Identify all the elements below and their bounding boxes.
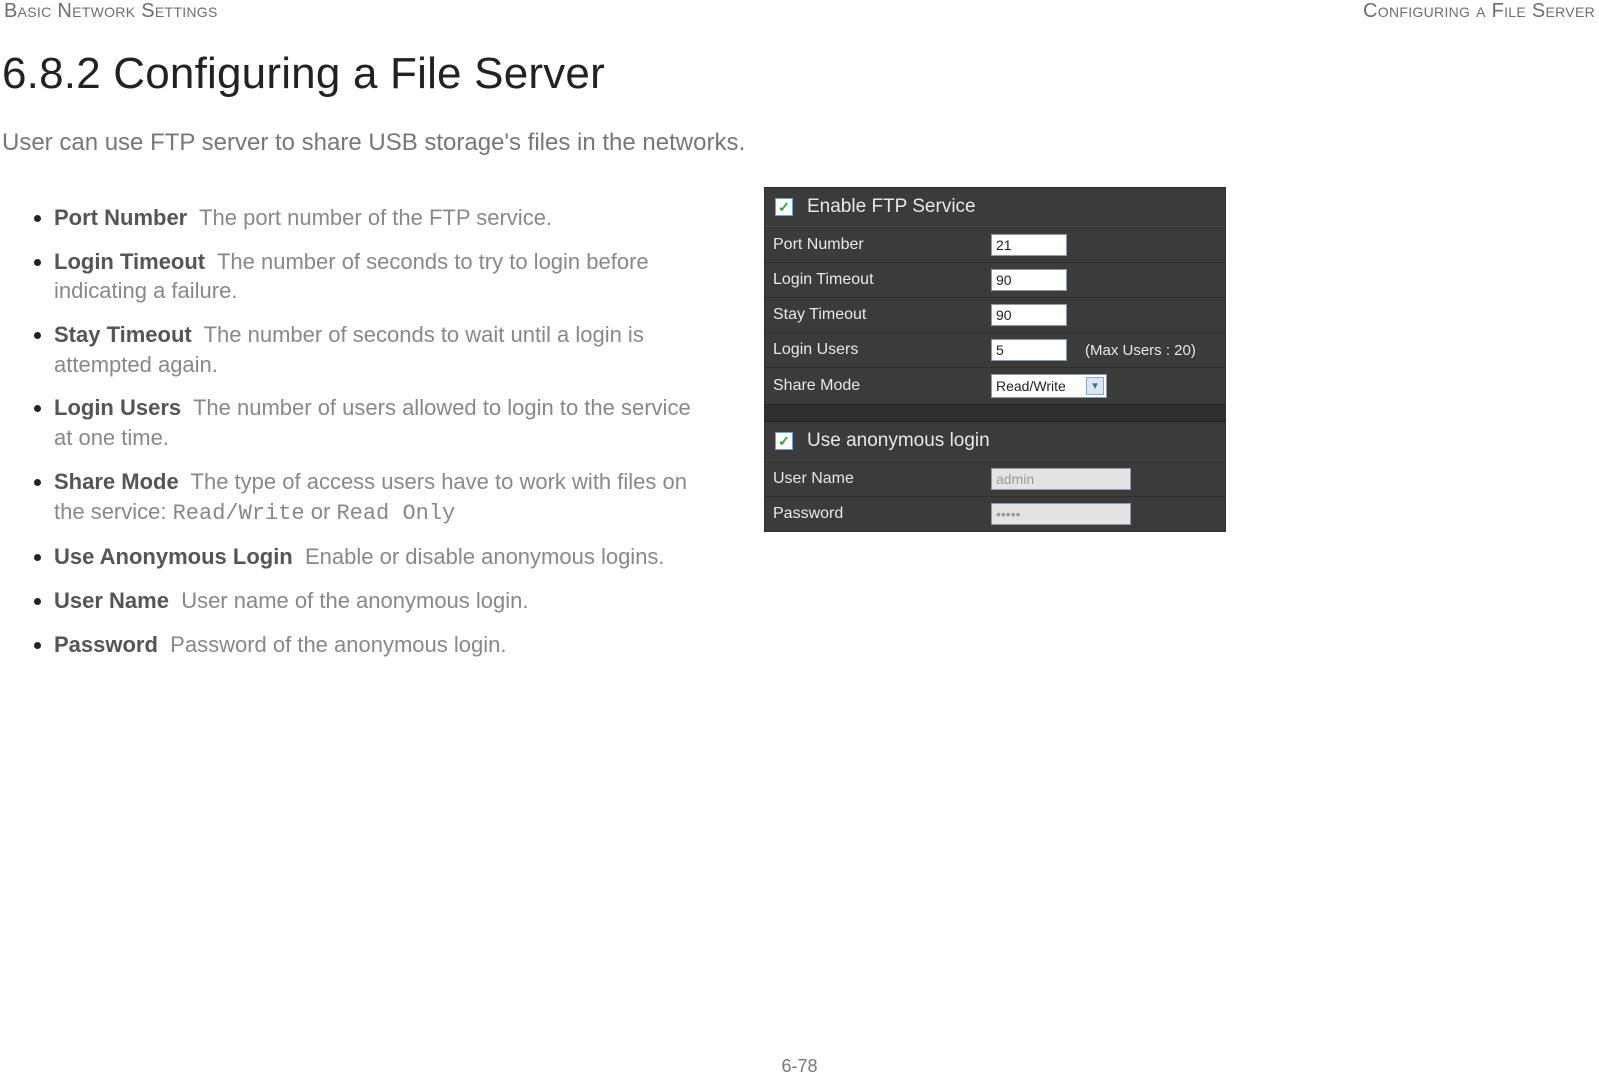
row-login-timeout: Login Timeout 90: [765, 262, 1225, 297]
enable-ftp-label: Enable FTP Service: [807, 196, 976, 218]
term: Share Mode: [54, 469, 179, 494]
label-port-number: Port Number: [773, 236, 983, 254]
row-login-users: Login Users 5 (Max Users : 20): [765, 332, 1225, 367]
list-item: Stay Timeout The number of seconds to wa…: [54, 320, 694, 379]
password-input[interactable]: •••••: [991, 503, 1131, 525]
enable-ftp-section: ✓ Enable FTP Service: [765, 188, 1225, 227]
desc-mid: or: [305, 499, 337, 524]
header-right: Configuring a File Server: [1363, 0, 1595, 23]
content-area: Port Number The port number of the FTP s…: [0, 187, 1599, 673]
list-item: User Name User name of the anonymous log…: [54, 586, 694, 616]
desc: The port number of the FTP service.: [199, 205, 552, 230]
page: Basic Network Settings Configuring a Fil…: [0, 0, 1599, 1091]
term: Login Users: [54, 395, 181, 420]
page-title: 6.8.2 Configuring a File Server: [2, 49, 1599, 99]
term: User Name: [54, 588, 169, 613]
login-timeout-input[interactable]: 90: [991, 269, 1067, 291]
share-mode-select[interactable]: Read/Write ▾: [991, 374, 1107, 398]
label-user-name: User Name: [773, 470, 983, 488]
row-port-number: Port Number 21: [765, 227, 1225, 262]
login-users-input[interactable]: 5: [991, 339, 1067, 361]
desc: Password of the anonymous login.: [170, 632, 506, 657]
label-login-users: Login Users: [773, 341, 983, 359]
label-password: Password: [773, 505, 983, 523]
desc: Enable or disable anonymous logins.: [305, 544, 665, 569]
term: Login Timeout: [54, 249, 205, 274]
anonymous-login-section: ✓ Use anonymous login: [765, 422, 1225, 461]
definition-list: Port Number The port number of the FTP s…: [14, 197, 694, 673]
share-mode-value: Read/Write: [996, 378, 1066, 394]
row-share-mode: Share Mode Read/Write ▾: [765, 367, 1225, 404]
running-header: Basic Network Settings Configuring a Fil…: [0, 0, 1599, 23]
enable-ftp-checkbox[interactable]: ✓: [775, 198, 793, 216]
panel-divider: [765, 404, 1225, 422]
row-password: Password •••••: [765, 496, 1225, 531]
port-number-input[interactable]: 21: [991, 234, 1067, 256]
list-item: Login Users The number of users allowed …: [54, 393, 694, 452]
intro-text: User can use FTP server to share USB sto…: [2, 129, 1599, 157]
user-name-input[interactable]: admin: [991, 468, 1131, 490]
term: Use Anonymous Login: [54, 544, 293, 569]
term: Stay Timeout: [54, 322, 192, 347]
term: Port Number: [54, 205, 187, 230]
row-stay-timeout: Stay Timeout 90: [765, 297, 1225, 332]
label-share-mode: Share Mode: [773, 377, 983, 395]
login-users-note: (Max Users : 20): [1085, 342, 1196, 359]
code: Read Only: [336, 501, 455, 526]
anonymous-login-checkbox[interactable]: ✓: [775, 432, 793, 450]
code: Read/Write: [173, 501, 305, 526]
label-stay-timeout: Stay Timeout: [773, 306, 983, 324]
label-login-timeout: Login Timeout: [773, 271, 983, 289]
stay-timeout-input[interactable]: 90: [991, 304, 1067, 326]
desc: User name of the anonymous login.: [181, 588, 528, 613]
ftp-settings-panel: ✓ Enable FTP Service Port Number 21 Logi…: [764, 187, 1226, 532]
header-left: Basic Network Settings: [4, 0, 218, 23]
chevron-down-icon: ▾: [1086, 377, 1104, 395]
page-number: 6-78: [0, 1056, 1599, 1077]
list-item: Password Password of the anonymous login…: [54, 630, 694, 660]
list-item: Login Timeout The number of seconds to t…: [54, 247, 694, 306]
list-item: Use Anonymous Login Enable or disable an…: [54, 542, 694, 572]
anonymous-login-label: Use anonymous login: [807, 430, 990, 452]
row-user-name: User Name admin: [765, 461, 1225, 496]
term: Password: [54, 632, 158, 657]
list-item: Share Mode The type of access users have…: [54, 467, 694, 528]
list-item: Port Number The port number of the FTP s…: [54, 203, 694, 233]
